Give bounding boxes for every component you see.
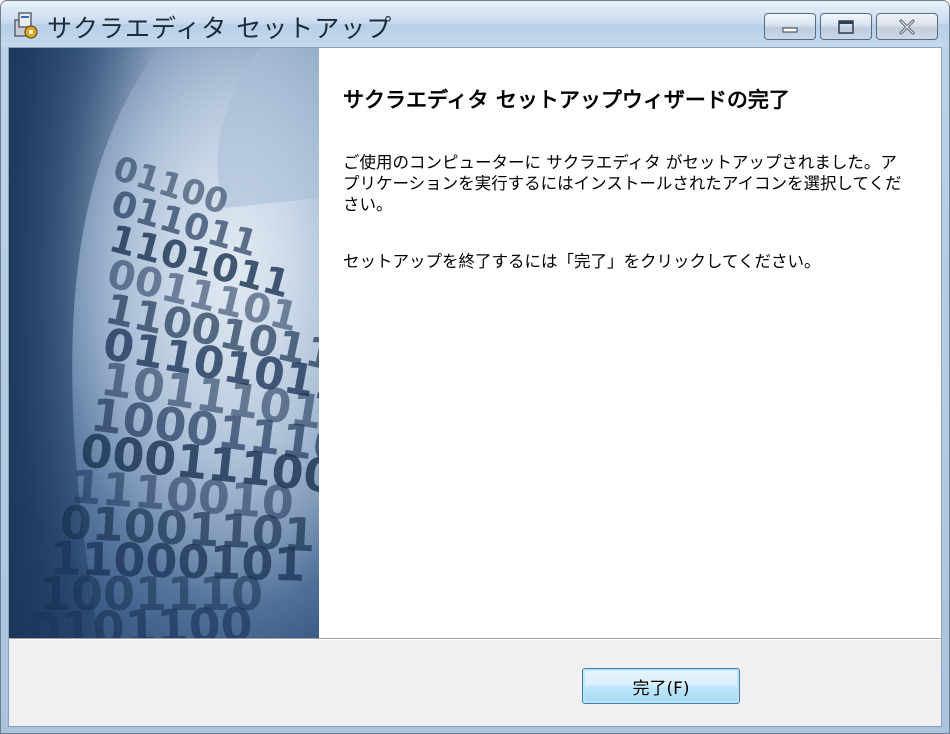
button-bar-divider <box>9 638 941 640</box>
minimize-icon <box>782 27 798 32</box>
wizard-content: サクラエディタ セットアップウィザードの完了 ご使用のコンピューターに サクラエ… <box>319 48 941 638</box>
wizard-banner-image: 01100 011011 1101011 0011101 11001011 0110101… <box>9 48 319 638</box>
installer-icon <box>14 12 38 39</box>
maximize-button[interactable] <box>820 13 872 40</box>
maximize-icon <box>838 19 854 34</box>
title-bar[interactable]: サクラエディタ セットアップ <box>1 1 949 47</box>
setup-window: サクラエディタ セットアップ 01100 011011 1101011 0011… <box>0 0 950 734</box>
wizard-body: 01100 011011 1101011 0011101 11001011 0110101… <box>8 47 942 727</box>
minimize-button[interactable] <box>764 13 816 40</box>
completion-message: ご使用のコンピューターに サクラエディタ がセットアップされました。アプリケーシ… <box>343 153 902 214</box>
wizard-heading: サクラエディタ セットアップウィザードの完了 <box>343 88 790 112</box>
finish-instruction: セットアップを終了するには「完了」をクリックしてください。 <box>343 252 821 271</box>
finish-button[interactable]: 完了(F) <box>582 668 740 704</box>
close-button[interactable] <box>876 13 938 40</box>
close-icon <box>899 19 915 34</box>
window-title: サクラエディタ セットアップ <box>47 14 393 43</box>
binary-row: 0101100 <box>28 597 253 638</box>
binary-digits-graphic: 0110001101111010110011101110010110110101… <box>9 48 319 638</box>
